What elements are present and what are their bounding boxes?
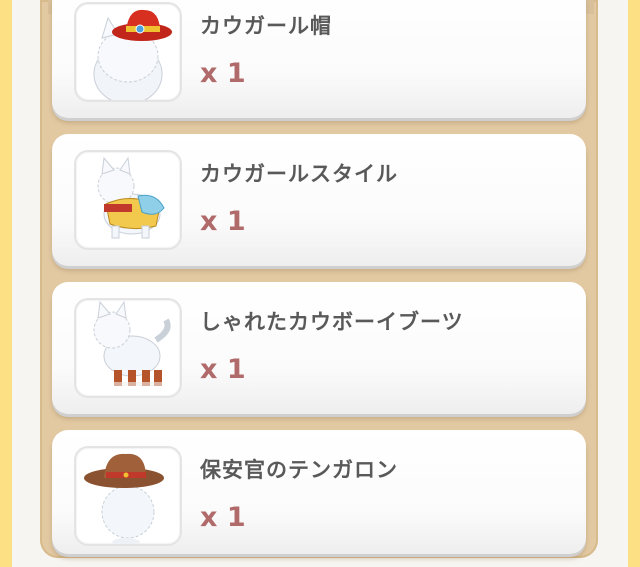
sheriff-ten-gallon-cat-icon [74, 446, 182, 546]
item-quantity: x 1 [200, 354, 246, 385]
item-card[interactable]: 保安官のテンガロン x 1 [52, 430, 586, 554]
right-yellow-border [628, 0, 640, 567]
item-name: しゃれたカウボーイブーツ [200, 310, 464, 334]
item-card[interactable]: カウガールスタイル x 1 [52, 134, 586, 266]
item-name: 保安官のテンガロン [200, 458, 398, 482]
item-quantity: x 1 [200, 58, 246, 89]
item-name: カウガールスタイル [200, 162, 398, 186]
left-yellow-border [0, 0, 12, 567]
cowboy-boots-cat-icon [74, 298, 182, 398]
item-quantity: x 1 [200, 502, 246, 533]
item-quantity: x 1 [200, 206, 246, 237]
cowgirl-hat-cat-icon [74, 2, 182, 102]
item-card[interactable]: しゃれたカウボーイブーツ x 1 [52, 282, 586, 414]
cowgirl-style-cat-icon [74, 150, 182, 250]
item-card[interactable]: カウガール帽 x 1 [52, 0, 586, 118]
item-name: カウガール帽 [200, 14, 332, 38]
